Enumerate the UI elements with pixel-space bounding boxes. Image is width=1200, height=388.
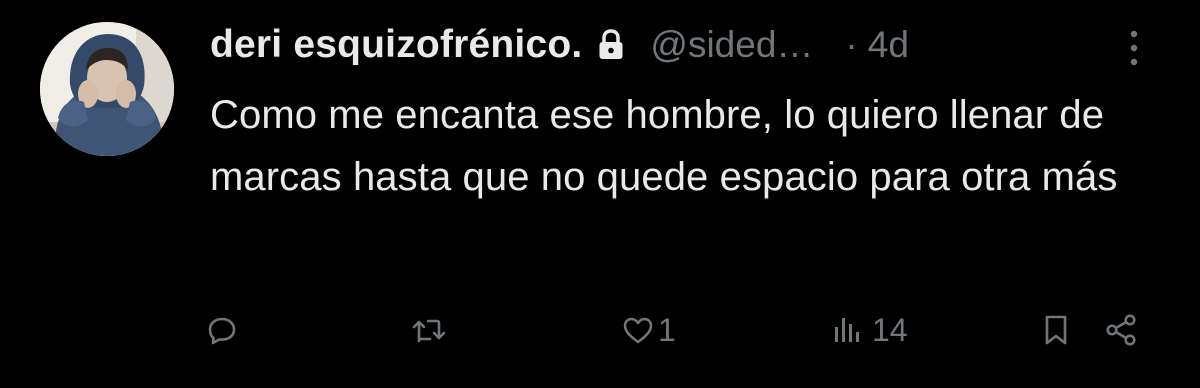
avatar-image xyxy=(40,22,174,156)
like-count: 1 xyxy=(658,311,676,348)
views-button[interactable]: 14 xyxy=(832,305,908,355)
retweet-button[interactable] xyxy=(411,305,451,355)
display-name[interactable]: deri esquizofrénico. xyxy=(210,23,582,67)
avatar[interactable] xyxy=(40,22,174,156)
tweet[interactable]: deri esquizofrénico. @sided… · 4d Como m… xyxy=(0,0,1200,388)
reply-button[interactable] xyxy=(207,305,241,355)
heart-icon xyxy=(622,315,654,345)
views-icon xyxy=(832,315,862,345)
action-bar: 1 14 xyxy=(0,305,1200,355)
bookmark-button[interactable] xyxy=(1043,305,1069,355)
bookmark-icon xyxy=(1043,314,1069,346)
share-icon xyxy=(1104,313,1138,347)
like-button[interactable]: 1 xyxy=(622,305,676,355)
views-count: 14 xyxy=(872,311,908,348)
lock-icon xyxy=(598,29,624,61)
timestamp[interactable]: 4d xyxy=(868,24,909,66)
handle[interactable]: @sided… xyxy=(650,24,813,66)
reply-icon xyxy=(207,315,237,345)
share-button[interactable] xyxy=(1104,305,1138,355)
tweet-header: deri esquizofrénico. @sided… · 4d xyxy=(210,20,1170,70)
more-vertical-icon[interactable] xyxy=(1124,28,1144,68)
separator: · xyxy=(845,24,858,65)
tweet-text: Como me encanta ese hombre, lo quiero ll… xyxy=(210,93,1118,199)
retweet-icon xyxy=(411,315,447,345)
